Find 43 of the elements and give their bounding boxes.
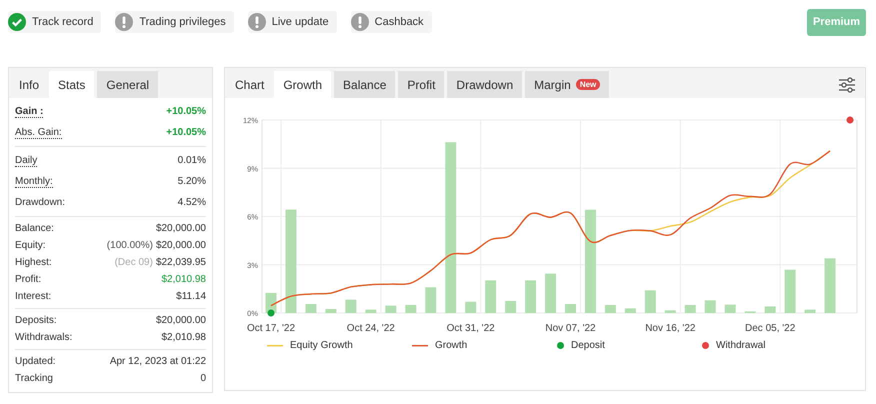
stat-label: Deposits: bbox=[15, 315, 57, 326]
stat-value: 5.20% bbox=[178, 176, 206, 187]
stat-value: Apr 12, 2023 at 01:22 bbox=[110, 356, 206, 367]
stat-label: Daily bbox=[15, 154, 38, 166]
stat-label: Monthly: bbox=[15, 176, 53, 188]
x-tick-label: Oct 24, '22 bbox=[346, 323, 395, 334]
x-tick-label: Oct 31, '22 bbox=[446, 323, 495, 334]
stat-label: Tracking bbox=[15, 373, 53, 384]
panel-title: Info bbox=[18, 76, 40, 94]
stat-label: Highest: bbox=[15, 257, 52, 268]
new-badge: New bbox=[576, 79, 600, 90]
stat-value: +10.05% bbox=[166, 106, 206, 117]
stat-value: $11.14 bbox=[176, 291, 206, 302]
stat-label: Equity: bbox=[15, 240, 46, 251]
stat-value: $20,000.00 bbox=[156, 315, 206, 326]
stat-note: (Dec 09) bbox=[114, 257, 153, 268]
stat-label: Updated: bbox=[15, 356, 56, 367]
status-badge: Track record bbox=[8, 11, 102, 33]
status-badge: Cashback bbox=[350, 11, 432, 33]
stat-value: $2,010.98 bbox=[162, 332, 206, 343]
stat-note: (100.00%) bbox=[106, 240, 153, 251]
stat-value: 0.01% bbox=[178, 155, 206, 166]
stat-label: Gain : bbox=[15, 106, 44, 118]
stat-value: $2,010.98 bbox=[162, 274, 206, 285]
stat-label: Drawdown: bbox=[15, 197, 66, 208]
stat-value: +10.05% bbox=[166, 127, 206, 138]
stat-value: 4.52% bbox=[178, 197, 206, 208]
stat-label: Balance: bbox=[15, 223, 54, 234]
stat-label: Abs. Gain: bbox=[15, 126, 62, 138]
stat-value: $20,000.00 bbox=[156, 240, 206, 251]
stat-value: $20,000.00 bbox=[156, 223, 206, 234]
panel-title: Chart bbox=[234, 76, 266, 94]
stat-label: Withdrawals: bbox=[15, 332, 72, 343]
status-badge: Live update bbox=[248, 11, 337, 33]
stat-value: $22,039.95 bbox=[156, 257, 206, 268]
x-tick-label: Dec 05, '22 bbox=[745, 323, 796, 334]
stat-value: 0 bbox=[200, 373, 206, 384]
x-tick-label: Nov 16, '22 bbox=[645, 323, 696, 334]
x-tick-label: Nov 07, '22 bbox=[545, 323, 596, 334]
stat-label: Interest: bbox=[15, 291, 52, 302]
stat-label: Profit: bbox=[15, 274, 42, 285]
status-badge: Trading privileges bbox=[115, 11, 234, 33]
x-tick-label: Oct 17, '22 bbox=[246, 323, 296, 334]
